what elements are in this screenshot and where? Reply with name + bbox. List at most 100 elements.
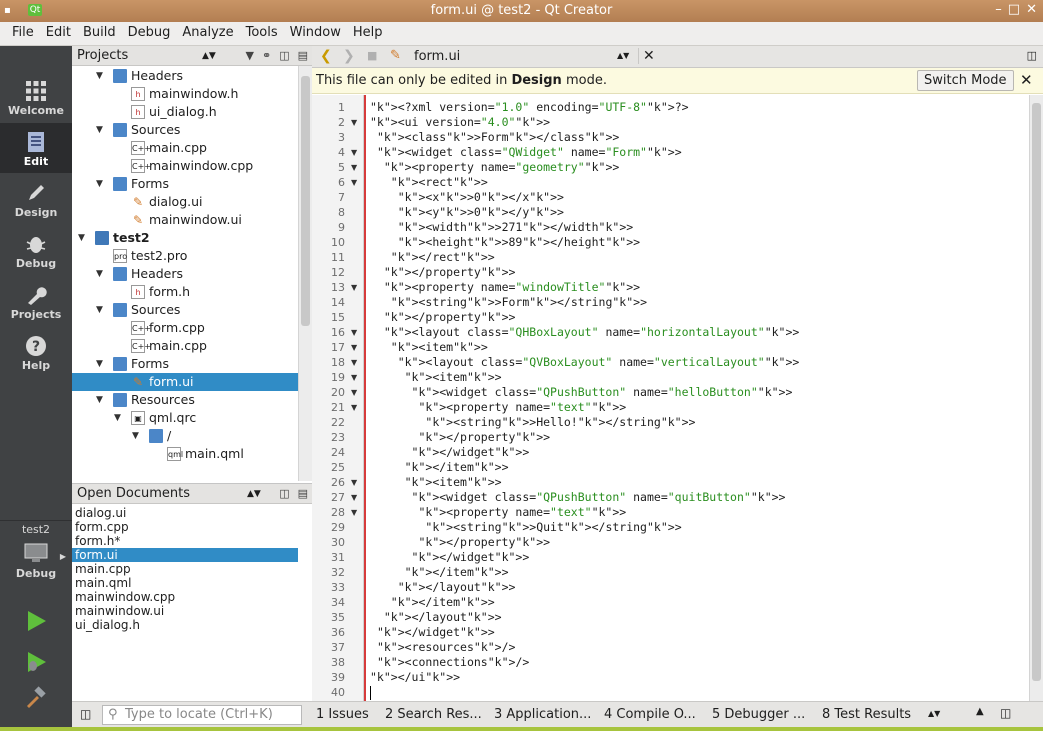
- tree-item[interactable]: h mainwindow.h: [72, 85, 298, 103]
- code-area[interactable]: "k"><?xml version="1.0" encoding="UTF-8"…: [366, 95, 1029, 701]
- tree-item[interactable]: pro test2.pro: [72, 247, 298, 265]
- fold-marker-icon[interactable]: ▼: [351, 493, 357, 502]
- open-document-item[interactable]: form.cpp: [72, 520, 298, 534]
- tree-item[interactable]: ▼ Sources: [72, 121, 298, 139]
- open-document-item[interactable]: dialog.ui: [72, 506, 298, 520]
- fold-marker-icon[interactable]: ▼: [351, 283, 357, 292]
- fold-marker-icon[interactable]: ▼: [351, 343, 357, 352]
- tree-item[interactable]: C++ mainwindow.cpp: [72, 157, 298, 175]
- document-selector-arrow-icon[interactable]: ▲▼: [617, 51, 629, 60]
- tree-item[interactable]: C++ main.cpp: [72, 337, 298, 355]
- tree-item[interactable]: C++ main.cpp: [72, 139, 298, 157]
- run-button[interactable]: [24, 609, 48, 633]
- tree-item[interactable]: ✎ mainwindow.ui: [72, 211, 298, 229]
- open-document-item[interactable]: ui_dialog.h: [72, 618, 298, 632]
- expand-arrow-icon[interactable]: ▼: [114, 409, 121, 427]
- tree-item[interactable]: ✎ dialog.ui: [72, 193, 298, 211]
- toggle-sidebar-icon[interactable]: ◫: [80, 707, 91, 721]
- mode-welcome[interactable]: Welcome: [0, 72, 72, 122]
- menu-tools[interactable]: Tools: [240, 22, 284, 45]
- tree-item[interactable]: ▼ Headers: [72, 265, 298, 283]
- build-button[interactable]: [24, 686, 48, 710]
- menu-build[interactable]: Build: [77, 22, 122, 45]
- expand-arrow-icon[interactable]: ▼: [96, 175, 103, 193]
- split-icon[interactable]: ◫: [279, 487, 289, 500]
- toggle-right-sidebar-icon[interactable]: ◫: [1000, 706, 1011, 720]
- close-info-button[interactable]: ✕: [1020, 71, 1033, 89]
- fold-marker-icon[interactable]: ▼: [351, 148, 357, 157]
- tree-item[interactable]: h form.h: [72, 283, 298, 301]
- maximize-output-icon[interactable]: ▲: [976, 706, 984, 717]
- open-document-item[interactable]: main.qml: [72, 576, 298, 590]
- menu-debug[interactable]: Debug: [122, 22, 177, 45]
- fold-marker-icon[interactable]: ▼: [351, 373, 357, 382]
- mode-projects[interactable]: Projects: [0, 276, 72, 326]
- output-tab[interactable]: 1 Issues: [316, 707, 369, 722]
- panel-selector-arrow-icon[interactable]: ▲▼: [202, 51, 216, 61]
- open-document-item[interactable]: main.cpp: [72, 562, 298, 576]
- maximize-button[interactable]: □: [1008, 2, 1020, 17]
- tree-item[interactable]: ▼ Resources: [72, 391, 298, 409]
- close-document-button[interactable]: ✕: [638, 48, 655, 64]
- close-window-button[interactable]: ✕: [1026, 2, 1037, 17]
- filter-icon[interactable]: ▼: [246, 49, 254, 62]
- output-tab[interactable]: 3 Application...: [494, 707, 591, 722]
- menu-help[interactable]: Help: [347, 22, 389, 45]
- expand-arrow-icon[interactable]: ▼: [96, 121, 103, 139]
- open-document-item[interactable]: form.ui: [72, 548, 298, 562]
- fold-marker-icon[interactable]: ▼: [351, 508, 357, 517]
- tree-item[interactable]: qml main.qml: [72, 445, 298, 463]
- split-editor-icon[interactable]: ◫: [1027, 49, 1037, 62]
- output-tab[interactable]: 4 Compile O...: [604, 707, 696, 722]
- editor-file-name[interactable]: form.ui: [414, 49, 460, 64]
- expand-arrow-icon[interactable]: ▼: [96, 67, 103, 85]
- menu-file[interactable]: File: [6, 22, 40, 45]
- back-arrow-icon[interactable]: ❮: [320, 48, 332, 64]
- locator-input[interactable]: ⚲ Type to locate (Ctrl+K): [102, 705, 302, 725]
- fold-marker-icon[interactable]: ▼: [351, 478, 357, 487]
- close-panel-icon[interactable]: ▤: [298, 49, 308, 62]
- tree-item[interactable]: ▼ test2: [72, 229, 298, 247]
- tree-item[interactable]: ▼ Forms: [72, 355, 298, 373]
- tree-item[interactable]: C++ form.cpp: [72, 319, 298, 337]
- tree-item[interactable]: ▼ Forms: [72, 175, 298, 193]
- split-icon[interactable]: ◫: [279, 49, 289, 62]
- scroll-thumb[interactable]: [301, 76, 310, 326]
- open-document-item[interactable]: mainwindow.ui: [72, 604, 298, 618]
- fold-marker-icon[interactable]: ▼: [351, 118, 357, 127]
- editor-scrollbar[interactable]: [1029, 95, 1043, 701]
- mode-design[interactable]: Design: [0, 174, 72, 224]
- debug-run-button[interactable]: [24, 650, 48, 674]
- forward-arrow-icon[interactable]: ❯: [343, 48, 355, 64]
- open-document-item[interactable]: form.h*: [72, 534, 298, 548]
- output-tab[interactable]: 2 Search Res...: [385, 707, 482, 722]
- mode-debug[interactable]: Debug: [0, 225, 72, 275]
- mode-edit[interactable]: Edit: [0, 123, 72, 173]
- open-document-item[interactable]: mainwindow.cpp: [72, 590, 298, 604]
- close-panel-icon[interactable]: ▤: [298, 487, 308, 500]
- fold-marker-icon[interactable]: ▼: [351, 163, 357, 172]
- project-tree-scrollbar[interactable]: [298, 66, 312, 481]
- output-tab[interactable]: 8 Test Results: [822, 707, 911, 722]
- menu-edit[interactable]: Edit: [40, 22, 77, 45]
- tree-item[interactable]: ▼ ▣ qml.qrc: [72, 409, 298, 427]
- link-icon[interactable]: ⚭: [262, 49, 271, 62]
- tree-item[interactable]: ▼ Sources: [72, 301, 298, 319]
- tree-item[interactable]: h ui_dialog.h: [72, 103, 298, 121]
- fold-marker-icon[interactable]: ▼: [351, 388, 357, 397]
- expand-arrow-icon[interactable]: ▼: [96, 301, 103, 319]
- scroll-thumb[interactable]: [1032, 103, 1041, 681]
- expand-arrow-icon[interactable]: ▼: [96, 391, 103, 409]
- tree-item[interactable]: ▼ Headers: [72, 67, 298, 85]
- fold-marker-icon[interactable]: ▼: [351, 403, 357, 412]
- expand-arrow-icon[interactable]: ▼: [96, 355, 103, 373]
- expand-arrow-icon[interactable]: ▼: [132, 427, 139, 445]
- docs-selector-arrow-icon[interactable]: ▲▼: [247, 489, 261, 499]
- switch-mode-button[interactable]: Switch Mode: [917, 70, 1014, 91]
- fold-marker-icon[interactable]: ▼: [351, 328, 357, 337]
- menu-analyze[interactable]: Analyze: [176, 22, 239, 45]
- fold-marker-icon[interactable]: ▼: [351, 358, 357, 367]
- output-selector-arrow-icon[interactable]: ▲▼: [928, 709, 940, 718]
- expand-arrow-icon[interactable]: ▼: [78, 229, 85, 247]
- minimize-button[interactable]: –: [995, 2, 1002, 17]
